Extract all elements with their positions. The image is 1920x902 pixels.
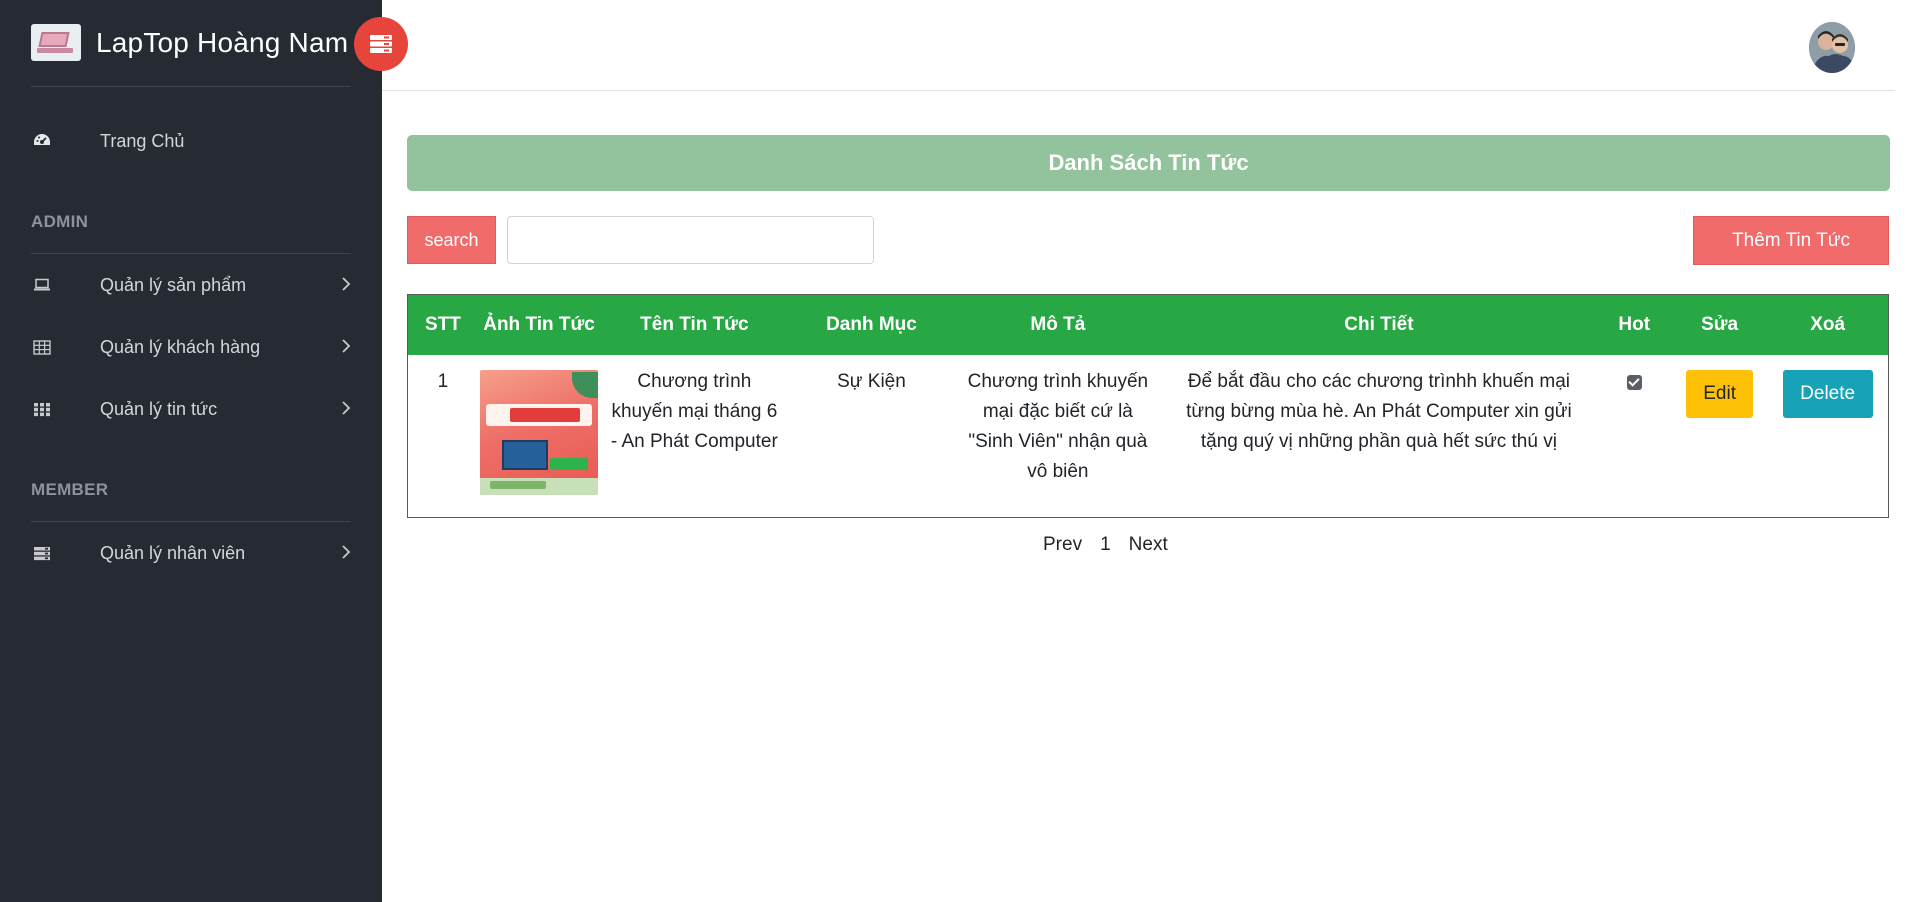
row-delete-cell: Delete <box>1767 355 1888 518</box>
topbar <box>382 0 1895 91</box>
sidebar-item-label: Quản lý sản phẩm <box>100 274 247 295</box>
section-title-member: MEMBER <box>31 480 109 499</box>
column-header: Mô Tả <box>1030 313 1086 335</box>
user-avatar[interactable] <box>1809 22 1855 73</box>
sidebar-item-home[interactable]: Trang Chủ <box>31 121 351 161</box>
brand[interactable]: LapTop Hoàng Nam <box>31 24 348 61</box>
search-input[interactable] <box>507 216 874 264</box>
column-header: Danh Mục <box>826 313 917 335</box>
add-news-button[interactable]: Thêm Tin Tức <box>1693 216 1889 265</box>
sidebar-toggle-button[interactable] <box>354 17 408 71</box>
sidebar-item-products[interactable]: Quản lý sản phẩm <box>31 265 351 305</box>
row-stt: 1 <box>437 370 449 392</box>
column-header: Ảnh Tin Tức <box>483 313 595 335</box>
table-header-row: STT Ảnh Tin Tức Tên Tin Tức Danh Mục Mô … <box>407 294 1889 355</box>
server-menu-icon <box>370 35 392 53</box>
sidebar-item-staff[interactable]: Quản lý nhân viên <box>31 533 351 573</box>
laptop-logo-icon <box>31 24 81 61</box>
row-detail: Để bắt đầu cho các chương trìnhh khuến m… <box>1186 370 1572 452</box>
sidebar-item-label: Quản lý tin tức <box>100 398 218 419</box>
column-header: STT <box>425 313 461 335</box>
chevron-right-icon <box>342 401 351 415</box>
news-thumbnail <box>480 369 599 495</box>
table-icon <box>31 337 53 357</box>
brand-name: LapTop Hoàng Nam <box>96 26 349 58</box>
chevron-right-icon <box>342 277 351 291</box>
table-row: 1 Chương trình khuyến mại tháng 6 - An P… <box>408 355 1889 518</box>
sidebar-item-label: Quản lý nhân viên <box>100 542 246 563</box>
chevron-right-icon <box>342 339 351 353</box>
section-title-admin: ADMIN <box>31 212 89 231</box>
prev-page-link[interactable]: Prev <box>1043 534 1082 556</box>
pagination: Prev 1 Next <box>1043 534 1186 556</box>
column-header: Sửa <box>1701 313 1739 335</box>
next-page-link[interactable]: Next <box>1129 534 1168 556</box>
edit-button[interactable]: Edit <box>1686 369 1754 418</box>
column-header: Chi Tiết <box>1344 313 1414 335</box>
sidebar-divider <box>31 521 351 522</box>
row-edit-cell: Edit <box>1672 355 1767 518</box>
sidebar: LapTop Hoàng Nam Trang Chủ ADMIN Quản lý… <box>0 0 382 902</box>
row-image-cell <box>478 355 600 518</box>
column-header: Tên Tin Tức <box>640 313 749 335</box>
sidebar-item-customers[interactable]: Quản lý khách hàng <box>31 327 351 367</box>
sidebar-item-news[interactable]: Quản lý tin tức <box>31 389 351 429</box>
search-button[interactable]: search <box>407 216 496 264</box>
sidebar-item-label: Trang Chủ <box>100 130 185 151</box>
hot-checkbox[interactable] <box>1626 374 1642 390</box>
column-header: Hot <box>1618 313 1651 335</box>
page-title: Danh Sách Tin Tức <box>407 135 1890 191</box>
row-hot-cell <box>1596 355 1672 518</box>
news-table: STT Ảnh Tin Tức Tên Tin Tức Danh Mục Mô … <box>407 294 1889 518</box>
row-name: Chương trình khuyến mại tháng 6 - An Phá… <box>610 370 778 452</box>
laptop-icon <box>31 275 53 295</box>
row-description: Chương trình khuyến mại đặc biết cứ là "… <box>967 370 1149 482</box>
dashboard-icon <box>31 131 53 151</box>
sidebar-divider <box>31 253 351 254</box>
chevron-right-icon <box>342 545 351 559</box>
row-category: Sự Kiện <box>837 370 906 392</box>
list-icon <box>31 543 53 563</box>
delete-button[interactable]: Delete <box>1782 369 1873 418</box>
grid-icon <box>31 399 53 419</box>
sidebar-item-label: Quản lý khách hàng <box>100 336 261 357</box>
column-header: Xoá <box>1810 313 1846 335</box>
sidebar-divider <box>31 86 351 87</box>
page-link-1[interactable]: 1 <box>1100 534 1111 556</box>
